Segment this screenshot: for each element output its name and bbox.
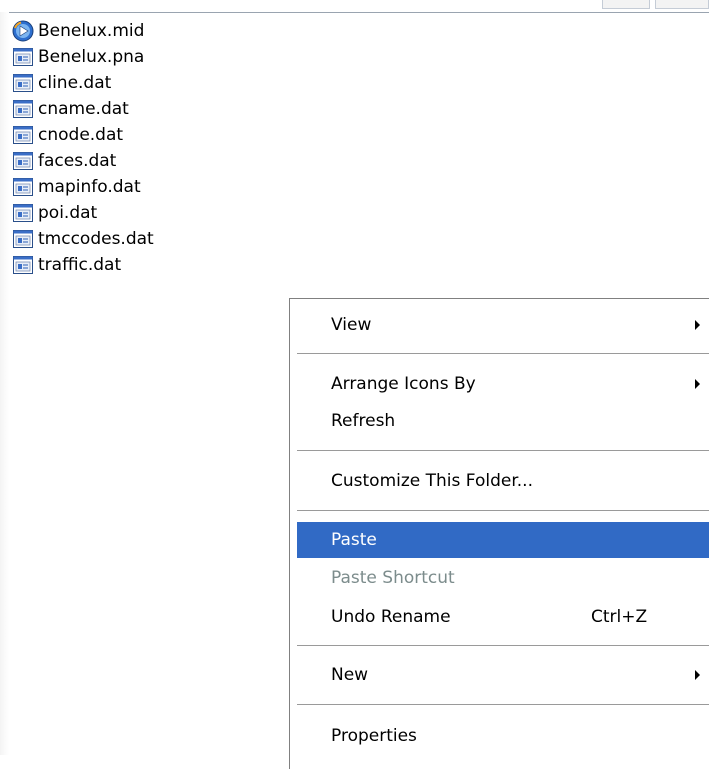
menu-separator [297,450,709,451]
generic-file-icon [12,98,34,120]
file-item-benelux-mid[interactable]: Benelux.mid [12,18,154,44]
file-item-tmccodes-dat[interactable]: tmccodes.dat [12,226,154,252]
file-name: cnode.dat [38,125,124,145]
file-item-benelux-pna[interactable]: Benelux.pna [12,44,154,70]
menu-item-label: Properties [331,726,417,746]
menu-item-refresh[interactable]: Refresh [297,403,709,439]
file-item-traffic-dat[interactable]: traffic.dat [12,252,154,278]
file-name: poi.dat [38,203,98,223]
submenu-arrow-icon [695,670,700,680]
menu-item-label: Paste [331,530,377,550]
menu-item-view[interactable]: View [297,307,709,343]
generic-file-icon [12,46,34,68]
window-fragment [655,0,709,9]
file-name: faces.dat [38,151,117,171]
generic-file-icon [12,124,34,146]
left-pane-edge [0,12,9,755]
menu-item-label: View [331,315,372,335]
menu-separator [297,645,709,646]
file-name: cline.dat [38,73,112,93]
menu-item-properties[interactable]: Properties [297,718,709,754]
generic-file-icon [12,150,34,172]
menu-item-paste-shortcut[interactable]: Paste Shortcut [297,560,709,596]
generic-file-icon [12,72,34,94]
file-name: tmccodes.dat [38,229,154,249]
window-fragment [602,0,650,9]
menu-item-label: Customize This Folder... [331,471,533,491]
file-item-poi-dat[interactable]: poi.dat [12,200,154,226]
menu-item-undo-rename[interactable]: Undo Rename Ctrl+Z [297,599,709,635]
menu-item-paste[interactable]: Paste [297,522,709,558]
menu-separator [297,510,709,511]
file-item-mapinfo-dat[interactable]: mapinfo.dat [12,174,154,200]
generic-file-icon [12,254,34,276]
menu-item-label: Refresh [331,411,396,431]
generic-file-icon [12,202,34,224]
media-player-icon [12,20,34,42]
file-name: cname.dat [38,99,129,119]
menu-item-label: Paste Shortcut [331,568,455,588]
generic-file-icon [12,176,34,198]
menu-item-label: Undo Rename [331,607,451,627]
file-name: mapinfo.dat [38,177,141,197]
file-name: traffic.dat [38,255,122,275]
menu-separator [297,353,709,354]
file-name: Benelux.mid [38,21,145,41]
window-top-edge [0,0,709,13]
menu-item-customize-folder[interactable]: Customize This Folder... [297,463,709,499]
file-item-cnode-dat[interactable]: cnode.dat [12,122,154,148]
submenu-arrow-icon [695,320,700,330]
file-item-faces-dat[interactable]: faces.dat [12,148,154,174]
file-name: Benelux.pna [38,47,145,67]
submenu-arrow-icon [695,379,700,389]
generic-file-icon [12,228,34,250]
file-list: Benelux.mid Benelux.pna cline.dat cname.… [12,18,154,278]
menu-item-label: New [331,665,369,685]
file-item-cname-dat[interactable]: cname.dat [12,96,154,122]
menu-item-arrange-icons-by[interactable]: Arrange Icons By [297,366,709,402]
menu-separator [297,704,709,705]
context-menu: View Arrange Icons By Refresh Customize … [289,298,709,769]
menu-item-label: Arrange Icons By [331,374,476,394]
file-item-cline-dat[interactable]: cline.dat [12,70,154,96]
menu-item-shortcut: Ctrl+Z [591,607,648,627]
menu-item-new[interactable]: New [297,657,709,693]
